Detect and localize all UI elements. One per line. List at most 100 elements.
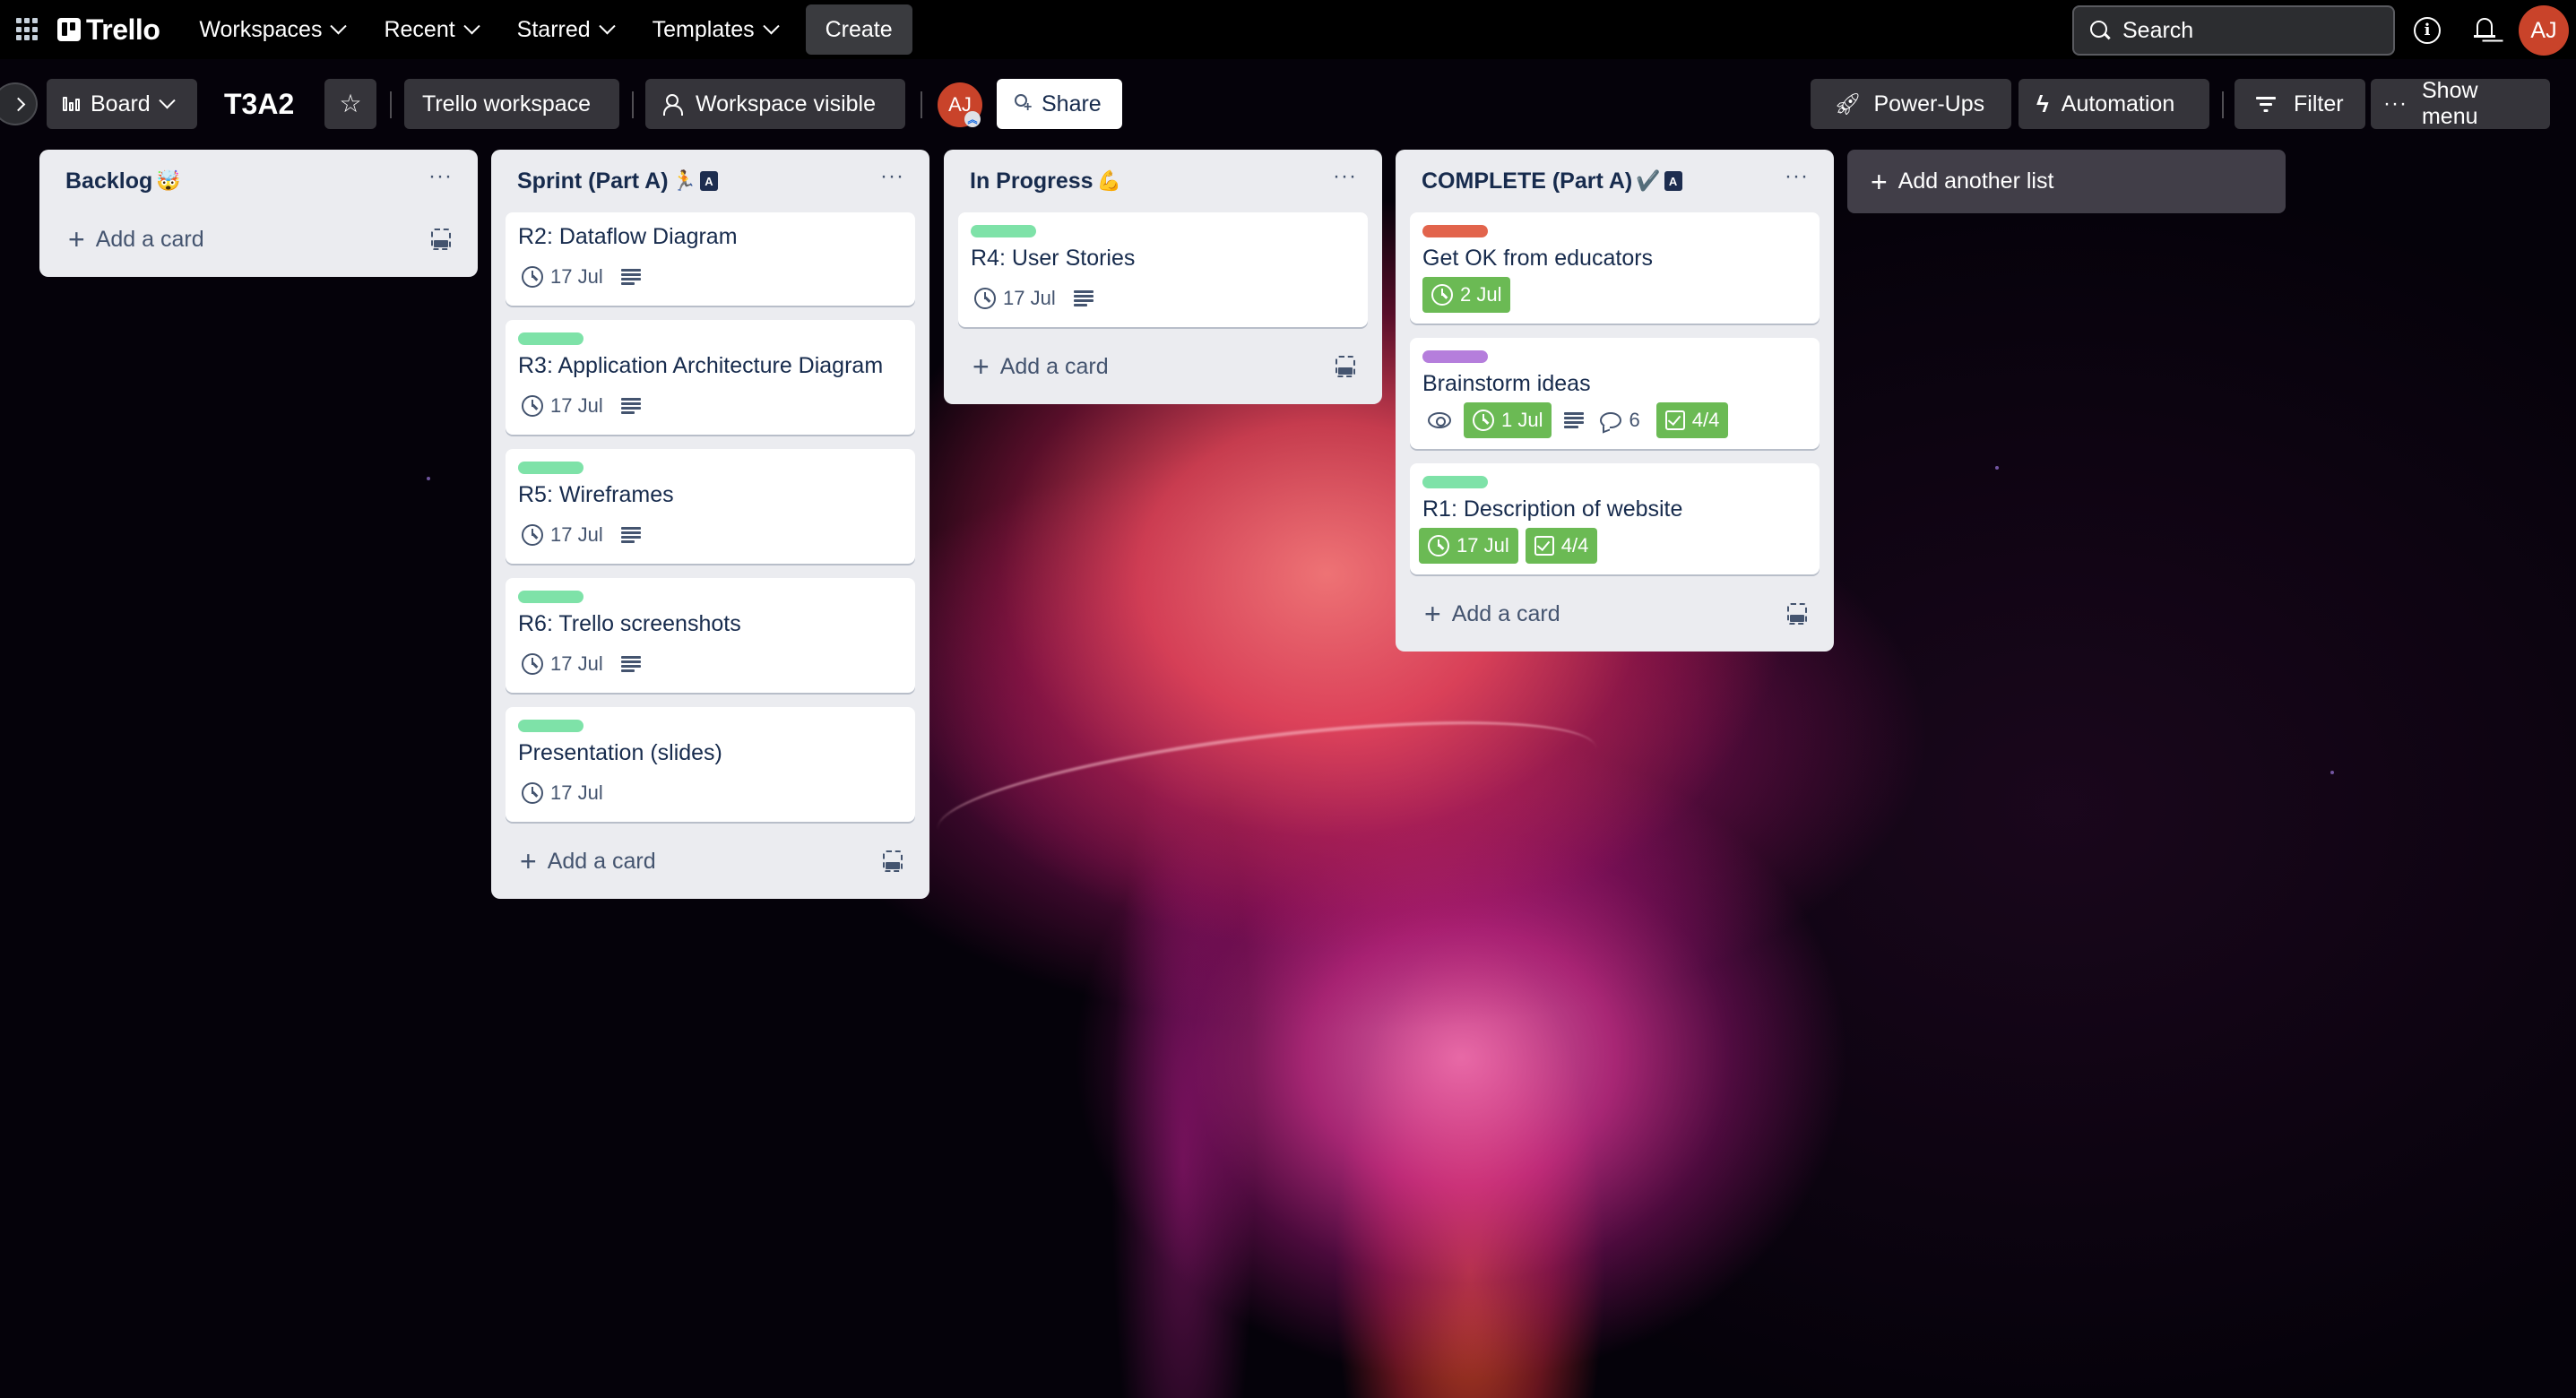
due-date-complete-badge[interactable]: 17 Jul xyxy=(1419,528,1518,564)
nav-recent[interactable]: Recent xyxy=(371,4,489,55)
due-date-badge[interactable]: 17 Jul xyxy=(518,775,607,811)
card-get-ok-educators[interactable]: Get OK from educators 2 Jul xyxy=(1410,212,1820,324)
clock-icon xyxy=(522,524,543,546)
show-menu-button[interactable]: ··· Show menu xyxy=(2371,78,2550,129)
due-date-complete-badge[interactable]: 1 Jul xyxy=(1464,402,1552,438)
due-date-badge[interactable]: 17 Jul xyxy=(971,280,1059,316)
due-date-badge[interactable]: 17 Jul xyxy=(518,646,607,682)
add-card-label: Add a card xyxy=(999,353,1109,379)
create-button[interactable]: Create xyxy=(805,4,912,55)
description-icon xyxy=(1073,290,1094,306)
due-date-text: 2 Jul xyxy=(1460,283,1502,306)
add-card-row: + Add a card xyxy=(1410,589,1820,639)
search-placeholder: Search xyxy=(2122,17,2194,43)
list-header: Sprint (Part A) 🏃 A ··· xyxy=(506,150,915,212)
info-icon[interactable]: i xyxy=(2414,17,2441,44)
due-date-badge[interactable]: 17 Jul xyxy=(518,388,607,424)
automation-button[interactable]: ϟ Automation xyxy=(2018,79,2209,129)
board-title[interactable]: T3A2 xyxy=(224,79,294,129)
add-card-button[interactable]: + Add a card xyxy=(1424,600,1560,628)
list-title[interactable]: Backlog 🤯 xyxy=(65,168,181,194)
due-date-complete-badge[interactable]: 2 Jul xyxy=(1422,277,1511,313)
nav-starred[interactable]: Starred xyxy=(505,4,626,55)
card-label-green[interactable] xyxy=(518,462,583,474)
app-switcher-icon[interactable] xyxy=(16,18,39,41)
list-title[interactable]: In Progress 💪 xyxy=(970,168,1121,194)
create-from-template-icon[interactable] xyxy=(1787,603,1807,625)
clock-icon xyxy=(522,782,543,804)
checklist-badge: 4/4 xyxy=(1525,528,1598,564)
card-label-green[interactable] xyxy=(971,225,1036,237)
card-r3-architecture[interactable]: R3: Application Architecture Diagram 17 … xyxy=(506,320,915,435)
nav-recent-label: Recent xyxy=(384,16,455,42)
share-button[interactable]: Share xyxy=(997,79,1122,129)
notifications-bell-icon[interactable] xyxy=(2474,16,2495,43)
filter-button[interactable]: Filter xyxy=(2235,79,2365,129)
due-date-badge[interactable]: 17 Jul xyxy=(518,517,607,553)
card-r6-screenshots[interactable]: R6: Trello screenshots 17 Jul xyxy=(506,578,915,693)
card-r2-dataflow[interactable]: R2: Dataflow Diagram 17 Jul xyxy=(506,212,915,306)
list-complete: COMPLETE (Part A) ✔️ A ··· Get OK from e… xyxy=(1396,150,1834,652)
workspace-button[interactable]: Trello workspace xyxy=(404,79,619,129)
card-label-green[interactable] xyxy=(518,332,583,345)
add-card-button[interactable]: + Add a card xyxy=(520,847,656,876)
add-card-label: Add a card xyxy=(547,848,656,874)
add-card-label: Add a card xyxy=(1451,600,1560,626)
runner-emoji-icon: 🏃 xyxy=(671,169,696,192)
header-divider xyxy=(390,91,392,118)
list-actions-menu-icon[interactable]: ··· xyxy=(1333,166,1357,196)
create-from-template-icon[interactable] xyxy=(883,850,903,872)
search-input[interactable]: Search xyxy=(2072,5,2395,56)
card-title: R3: Application Architecture Diagram xyxy=(518,353,884,378)
description-icon xyxy=(620,656,641,672)
due-date-badge[interactable]: 17 Jul xyxy=(518,259,607,295)
card-label-red[interactable] xyxy=(1422,225,1488,237)
plus-icon: + xyxy=(1424,598,1441,630)
list-actions-menu-icon[interactable]: ··· xyxy=(428,166,453,196)
create-from-template-icon[interactable] xyxy=(1336,356,1355,377)
card-r5-wireframes[interactable]: R5: Wireframes 17 Jul xyxy=(506,449,915,564)
expand-sidebar-button[interactable] xyxy=(0,82,38,125)
clock-icon xyxy=(522,395,543,417)
list-sprint: Sprint (Part A) 🏃 A ··· R2: Dataflow Dia… xyxy=(491,150,929,899)
list-title[interactable]: COMPLETE (Part A) ✔️ A xyxy=(1422,168,1682,194)
background-speck xyxy=(427,477,430,480)
nav-workspaces[interactable]: Workspaces xyxy=(186,4,357,55)
trello-logo[interactable]: Trello xyxy=(57,13,160,47)
workspace-visible-icon xyxy=(663,94,683,116)
visibility-button[interactable]: Workspace visible xyxy=(645,79,905,129)
due-date-text: 1 Jul xyxy=(1501,409,1543,431)
card-label-purple[interactable] xyxy=(1422,350,1488,363)
letter-a-badge-icon: A xyxy=(1664,171,1682,191)
card-r4-user-stories[interactable]: R4: User Stories 17 Jul xyxy=(958,212,1368,327)
description-icon xyxy=(620,398,641,414)
flexed-biceps-emoji-icon: 💪 xyxy=(1096,169,1121,192)
admin-badge-icon: ︽ xyxy=(964,111,981,127)
power-ups-button[interactable]: 🚀︎ Power-Ups xyxy=(1811,79,2011,129)
card-label-green[interactable] xyxy=(1422,476,1488,488)
create-from-template-icon[interactable] xyxy=(431,229,451,250)
list-actions-menu-icon[interactable]: ··· xyxy=(880,166,904,196)
card-presentation[interactable]: Presentation (slides) 17 Jul xyxy=(506,707,915,822)
card-brainstorm-ideas[interactable]: Brainstorm ideas 1 Jul 6 4/4 xyxy=(1410,338,1820,449)
clock-icon xyxy=(522,653,543,675)
star-board-button[interactable]: ☆ xyxy=(324,79,376,129)
account-avatar[interactable]: AJ xyxy=(2519,5,2569,56)
card-label-green[interactable] xyxy=(518,591,583,603)
add-card-button[interactable]: + Add a card xyxy=(972,352,1109,381)
list-actions-menu-icon[interactable]: ··· xyxy=(1785,166,1809,196)
due-date-text: 17 Jul xyxy=(550,265,603,288)
trello-logo-text: Trello xyxy=(86,13,160,46)
clock-icon xyxy=(1431,284,1453,306)
automation-label: Automation xyxy=(2061,91,2175,116)
add-another-list-button[interactable]: + Add another list xyxy=(1847,150,2286,213)
list-header: COMPLETE (Part A) ✔️ A ··· xyxy=(1410,150,1820,212)
board-view-switcher[interactable]: Board xyxy=(47,79,197,129)
nav-templates[interactable]: Templates xyxy=(640,4,790,55)
card-r1-description[interactable]: R1: Description of website 17 Jul 4/4 xyxy=(1410,463,1820,574)
card-title: Brainstorm ideas xyxy=(1422,371,1591,396)
list-in-progress: In Progress 💪 ··· R4: User Stories 17 Ju… xyxy=(944,150,1382,404)
list-title[interactable]: Sprint (Part A) 🏃 A xyxy=(517,168,718,194)
card-label-green[interactable] xyxy=(518,720,583,732)
add-card-button[interactable]: + Add a card xyxy=(68,225,204,254)
